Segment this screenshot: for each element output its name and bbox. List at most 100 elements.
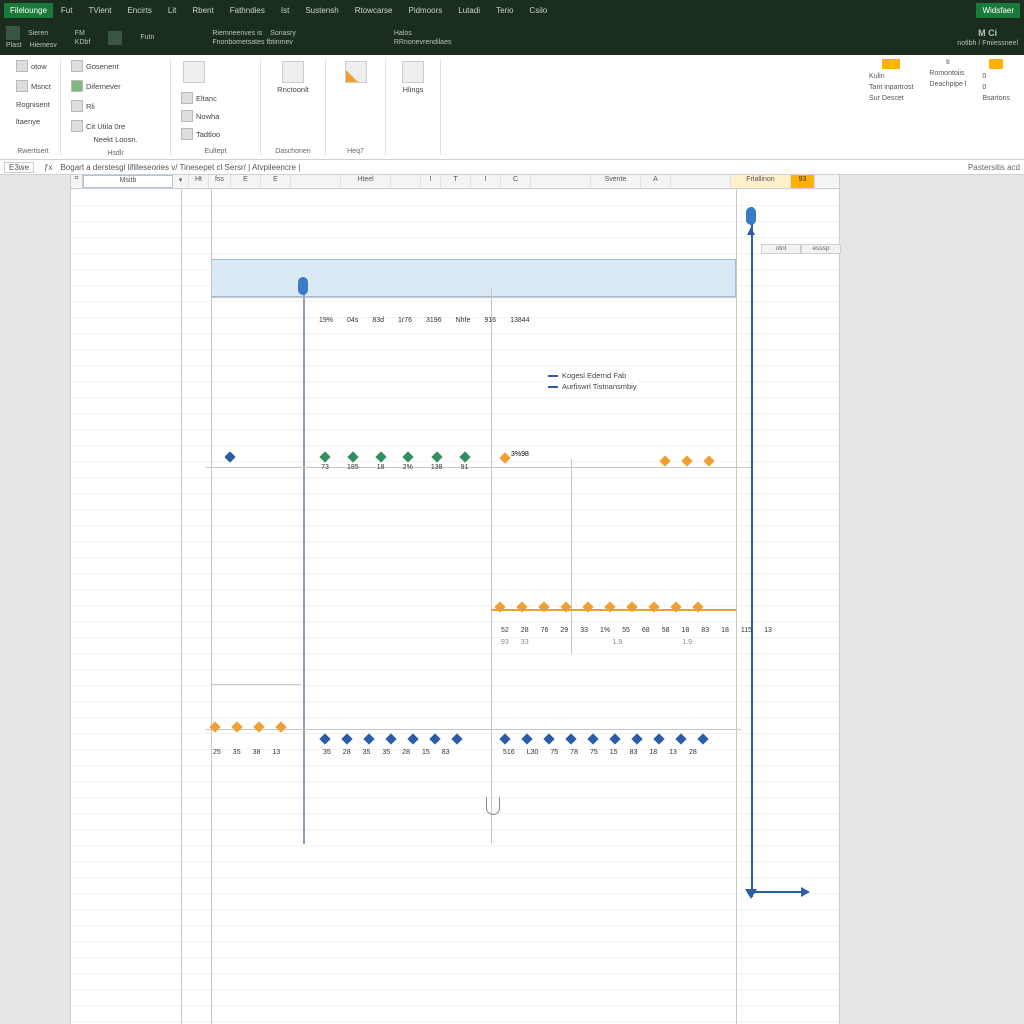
tab-item[interactable]: Rtowcarse xyxy=(347,3,401,18)
marker-icon xyxy=(692,601,703,612)
header-cell[interactable] xyxy=(391,175,421,188)
ribbon-btn[interactable]: otow xyxy=(14,59,53,73)
tab-item[interactable]: Fathndies xyxy=(222,3,273,18)
tick: 3196 xyxy=(426,317,442,324)
table-icon xyxy=(71,60,83,72)
tick: 1% xyxy=(600,627,610,634)
header-cell[interactable]: I xyxy=(421,175,441,188)
marker-icon xyxy=(675,733,686,744)
group-label: Eultept xyxy=(179,148,252,155)
header-cell[interactable]: 93 xyxy=(791,175,815,188)
tab-item[interactable]: Terio xyxy=(488,3,521,18)
rb-label: otow xyxy=(31,62,47,71)
fx-icon[interactable]: ƒx xyxy=(44,163,52,172)
ribbon-btn[interactable]: Tadtloo xyxy=(179,127,222,141)
group-label: Hsdlr xyxy=(69,150,162,157)
rb-label: Rognisent xyxy=(16,100,50,109)
ribbon-btn[interactable]: ltaenye xyxy=(14,116,53,127)
header-cell[interactable]: Frlallinon xyxy=(731,175,791,188)
ribbon-btn[interactable]: Rognisent xyxy=(14,99,53,110)
qb-text: Sonasry xyxy=(270,30,296,37)
header-cell[interactable] xyxy=(531,175,591,188)
rb-label: ltaenye xyxy=(16,117,40,126)
tab-item[interactable]: Sustensh xyxy=(297,3,346,18)
tab-item[interactable]: Lutadi xyxy=(450,3,488,18)
chart-canvas[interactable]: otnt esssp Kogesl Edernd Fab Aurfiswrl T… xyxy=(71,189,839,1024)
tab-item[interactable]: Fut xyxy=(53,3,81,18)
tab-item[interactable]: Lit xyxy=(160,3,184,18)
header-cell[interactable]: E xyxy=(261,175,291,188)
header-cell[interactable] xyxy=(671,175,731,188)
header-cell[interactable]: fss xyxy=(209,175,231,188)
tick: 1.9 xyxy=(613,639,623,646)
rr-line: Tant inpartrost xyxy=(869,84,913,91)
color-swatch[interactable] xyxy=(989,59,1003,69)
marker-icon xyxy=(253,721,264,732)
tick: 04s xyxy=(347,317,358,324)
header-cell[interactable]: ▾ xyxy=(173,175,189,188)
tick: 33 xyxy=(580,627,588,634)
qb-label: Plast xyxy=(6,42,22,49)
ribbon-btn[interactable]: Eltanc xyxy=(179,91,222,105)
tab-item[interactable]: Pidmoors xyxy=(400,3,450,18)
header-cell[interactable]: I xyxy=(471,175,501,188)
rb-label: Difernever xyxy=(86,82,121,91)
tab-item[interactable]: Csilo xyxy=(521,3,555,18)
color-swatch[interactable] xyxy=(882,59,900,69)
tick: 58 xyxy=(662,627,670,634)
ribbon-big[interactable] xyxy=(334,59,377,85)
formula-right-text: Pastersitis acd xyxy=(968,163,1020,172)
paste-icon[interactable] xyxy=(6,26,20,40)
formula-input[interactable]: Bogart a derstesgl lifilleseories v/ Tin… xyxy=(56,163,968,172)
pointer-shape xyxy=(486,797,500,815)
ribbon-big[interactable] xyxy=(179,59,209,85)
doc-icon xyxy=(16,60,28,72)
tick: 35 xyxy=(382,749,390,756)
tick: 29 xyxy=(560,627,568,634)
header-cell[interactable]: C xyxy=(501,175,531,188)
ribbon-btn[interactable]: Msnct xyxy=(14,79,53,93)
name-box[interactable]: E3we xyxy=(4,162,34,173)
tab-item[interactable]: Ist xyxy=(273,3,297,18)
name-box-inner[interactable]: Msitb xyxy=(83,175,173,188)
rb-label: Msnct xyxy=(31,82,51,91)
guide-line xyxy=(303,289,305,844)
qb-label: KDbf xyxy=(75,39,91,46)
tab-item[interactable]: Encirts xyxy=(119,3,159,18)
tab-item[interactable]: Rbent xyxy=(184,3,221,18)
ribbon-btn[interactable]: Gosenent xyxy=(69,59,162,73)
header-cell[interactable]: E xyxy=(231,175,261,188)
ribbon-btn[interactable]: Rli xyxy=(69,99,162,113)
tick: 75 xyxy=(590,749,598,756)
tick: 15 xyxy=(610,749,618,756)
tick: 68 xyxy=(642,627,650,634)
header-cell[interactable]: Ht xyxy=(189,175,209,188)
corner-label: M Ci xyxy=(978,28,997,38)
header-cell[interactable]: A xyxy=(641,175,671,188)
header-cell[interactable]: Hteel xyxy=(341,175,391,188)
tick: 55 xyxy=(622,627,630,634)
ribbon-big[interactable]: Hlings xyxy=(394,59,432,96)
share-button[interactable]: Widsfaer xyxy=(976,3,1020,18)
header-cell[interactable] xyxy=(291,175,341,188)
header-cell[interactable]: Svente xyxy=(591,175,641,188)
tab-file[interactable]: Filelounge xyxy=(4,3,53,18)
axis-line xyxy=(211,297,736,298)
marker-icon xyxy=(565,733,576,744)
header-cell[interactable]: T xyxy=(441,175,471,188)
quick-access-bar: Sieren Plast Hiemesv FM KDbf Futn Riemne… xyxy=(0,20,1024,55)
tab-item[interactable]: TVient xyxy=(80,3,119,18)
ribbon-btn[interactable]: Nowha xyxy=(179,109,222,123)
header-cell[interactable]: ⌗ xyxy=(71,175,83,188)
tick: 33 xyxy=(521,639,529,646)
ribbon-btn[interactable]: Cit Utila 0re xyxy=(69,119,162,133)
ribbon-big[interactable]: Rnctoonlt xyxy=(269,59,317,96)
ribbon-big[interactable]: Neekt Loosn. xyxy=(69,133,162,146)
clipboard-icon[interactable] xyxy=(108,31,122,45)
ribbon-btn[interactable]: Difernever xyxy=(69,79,162,93)
marker-icon xyxy=(538,601,549,612)
worksheet[interactable]: ⌗ Msitb ▾ Ht fss E E Hteel I T I C Svent… xyxy=(70,175,840,1024)
tick: 18 xyxy=(721,627,729,634)
tick: 25 xyxy=(213,749,221,756)
chart-icon xyxy=(181,128,193,140)
